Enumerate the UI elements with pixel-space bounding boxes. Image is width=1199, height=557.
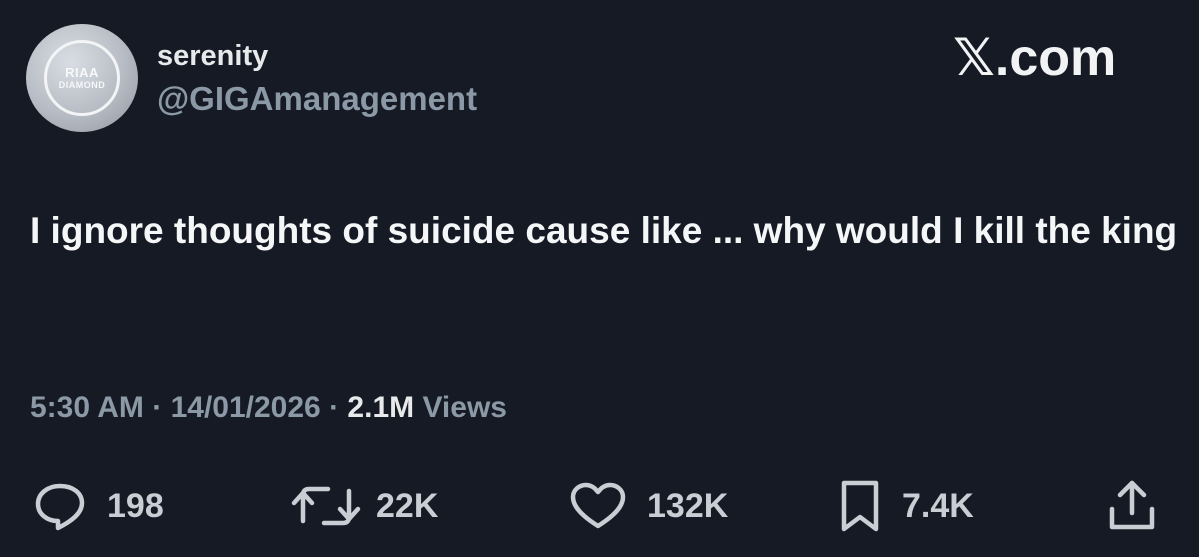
avatar-logo: RIAA DIAMOND	[44, 40, 120, 116]
display-name[interactable]: serenity	[157, 40, 268, 73]
bookmark-icon	[838, 479, 882, 533]
like-button[interactable]: 132K	[569, 476, 728, 536]
tweet-meta: 5:30 AM · 14/01/2026 · 2.1M Views	[30, 391, 507, 425]
repost-icon	[288, 481, 364, 531]
avatar[interactable]: RIAA DIAMOND	[26, 24, 138, 132]
views-count: 2.1M	[347, 391, 415, 424]
avatar-text-bottom: DIAMOND	[58, 80, 106, 90]
share-button[interactable]	[1104, 476, 1160, 536]
user-handle[interactable]: @GIGAmanagement	[157, 80, 477, 118]
tweet-card: RIAA DIAMOND serenity @GIGAmanagement 𝕏.…	[0, 0, 1199, 557]
tweet-date[interactable]: 14/01/2026	[171, 391, 321, 424]
meta-separator: ·	[320, 391, 348, 424]
like-count: 132K	[647, 486, 729, 525]
heart-icon	[569, 481, 627, 531]
share-icon	[1104, 479, 1160, 533]
avatar-text-top: RIAA	[65, 65, 99, 80]
reply-icon	[33, 481, 87, 531]
repost-button[interactable]: 22K	[288, 476, 438, 536]
views-label: Views	[414, 391, 507, 424]
bookmark-button[interactable]: 7.4K	[838, 476, 974, 536]
repost-count: 22K	[376, 486, 439, 525]
reply-button[interactable]: 198	[33, 476, 164, 536]
tweet-time[interactable]: 5:30 AM	[30, 391, 144, 424]
tweet-text: I ignore thoughts of suicide cause like …	[30, 210, 1178, 251]
meta-separator: ·	[143, 391, 171, 424]
x-brand-logo: 𝕏.com	[953, 29, 1117, 87]
action-bar: 198 22K 132K 7.4K	[0, 476, 1199, 536]
bookmark-count: 7.4K	[902, 486, 974, 525]
reply-count: 198	[107, 486, 164, 525]
